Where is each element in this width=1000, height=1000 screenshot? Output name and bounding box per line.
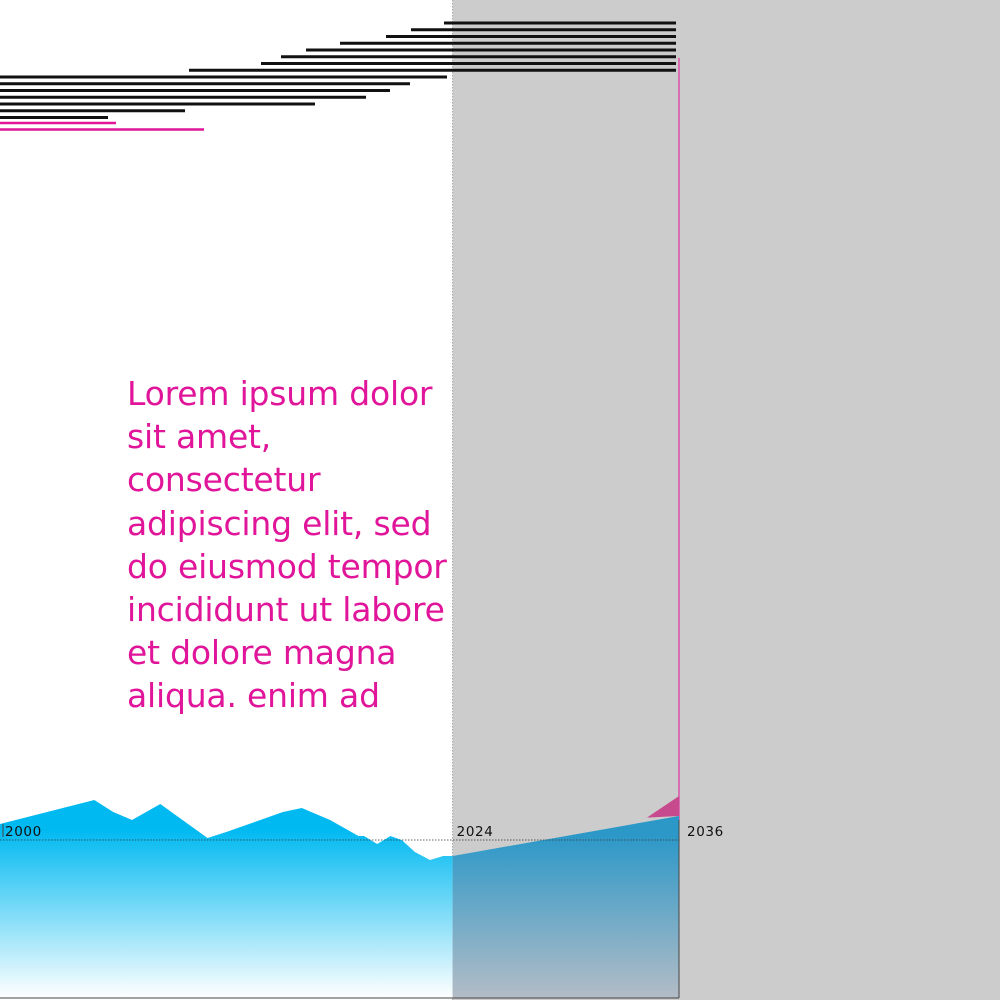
x-tick-label: 2000 xyxy=(5,824,42,840)
historical-area xyxy=(0,800,453,998)
body-text: Lorem ipsum dolor sit amet, consectetur … xyxy=(127,374,447,716)
x-tick-label: 2036 xyxy=(687,824,724,840)
x-tick-label: 2024 xyxy=(457,824,494,840)
